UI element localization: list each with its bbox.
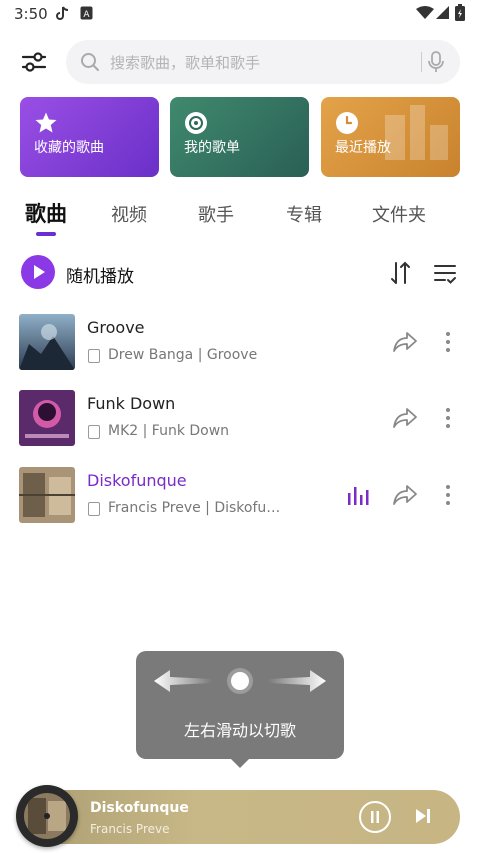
tab-folders[interactable]: 文件夹	[372, 201, 426, 227]
pause-button[interactable]	[359, 801, 391, 833]
song-title: Diskofunque	[87, 471, 187, 490]
search-icon	[81, 53, 99, 71]
song-subtitle: MK2 | Funk Down	[108, 423, 230, 439]
more-options-icon[interactable]	[440, 483, 456, 507]
tab-videos[interactable]: 视频	[111, 201, 147, 227]
filter-button[interactable]	[20, 48, 48, 76]
play-icon	[34, 265, 45, 279]
search-divider	[421, 52, 422, 72]
source-chip-icon	[88, 349, 100, 363]
share-icon[interactable]	[392, 483, 418, 507]
recently-played-card[interactable]: 最近播放	[321, 97, 460, 177]
tab-artists[interactable]: 歌手	[198, 201, 234, 227]
my-playlists-card-label: 我的歌单	[184, 140, 240, 156]
swipe-arrows-icon	[154, 668, 326, 694]
search-bar[interactable]	[66, 40, 460, 84]
share-icon[interactable]	[392, 406, 418, 430]
app-notification-icon: A	[80, 6, 93, 20]
now-playing-disc[interactable]	[16, 785, 78, 847]
tab-indicator	[36, 232, 56, 236]
equalizer-icon	[348, 487, 369, 505]
sliders-icon	[21, 52, 47, 72]
song-title: Funk Down	[87, 394, 176, 413]
mini-player[interactable]: Diskofunque Francis Preve	[16, 785, 460, 847]
album-art	[19, 314, 75, 370]
now-playing-title: Diskofunque	[90, 800, 189, 816]
status-time: 3:50	[14, 5, 48, 23]
song-row[interactable]: Groove Drew Banga | Groove	[0, 314, 480, 380]
shuffle-play-label[interactable]: 随机播放	[66, 262, 134, 287]
disc-icon	[185, 112, 207, 134]
more-options-icon[interactable]	[440, 406, 456, 430]
wifi-icon	[416, 6, 434, 19]
now-playing-art	[24, 793, 70, 839]
album-art	[19, 467, 75, 523]
list-manage-icon[interactable]	[432, 261, 458, 287]
swipe-hint-tooltip: 左右滑动以切歌	[136, 651, 344, 768]
battery-icon	[455, 4, 465, 21]
source-chip-icon	[88, 502, 100, 516]
song-subtitle: Drew Banga | Groove	[108, 347, 258, 363]
search-input[interactable]	[108, 50, 432, 76]
tab-albums[interactable]: 专辑	[286, 201, 322, 227]
skip-next-icon[interactable]	[414, 808, 432, 824]
favorites-card-label: 收藏的歌曲	[34, 140, 104, 156]
tooltip-pointer	[229, 757, 251, 768]
sort-icon[interactable]	[388, 260, 414, 286]
microphone-icon[interactable]	[428, 51, 444, 73]
shuffle-play-button[interactable]	[21, 255, 55, 289]
recently-played-card-label: 最近播放	[335, 140, 391, 156]
star-icon	[35, 112, 57, 133]
song-title: Groove	[87, 318, 145, 337]
song-row-playing[interactable]: Diskofunque Francis Preve | Diskofunque	[0, 467, 480, 533]
swipe-hint-text: 左右滑动以切歌	[183, 721, 296, 740]
now-playing-artist: Francis Preve	[90, 822, 170, 836]
status-bar: 3:50 A	[0, 0, 480, 28]
share-icon[interactable]	[392, 330, 418, 354]
more-options-icon[interactable]	[440, 330, 456, 354]
svg-text:A: A	[83, 10, 90, 20]
pause-icon	[371, 811, 379, 823]
tab-songs[interactable]: 歌曲	[25, 198, 67, 228]
tiktok-icon	[56, 6, 69, 20]
album-art	[19, 390, 75, 446]
my-playlists-card[interactable]: 我的歌单	[170, 97, 309, 177]
clock-icon	[336, 112, 358, 134]
song-subtitle: Francis Preve | Diskofunque	[108, 500, 288, 516]
source-chip-icon	[88, 425, 100, 439]
song-row[interactable]: Funk Down MK2 | Funk Down	[0, 390, 480, 456]
signal-icon	[436, 6, 449, 19]
favorites-card[interactable]: 收藏的歌曲	[20, 97, 159, 177]
